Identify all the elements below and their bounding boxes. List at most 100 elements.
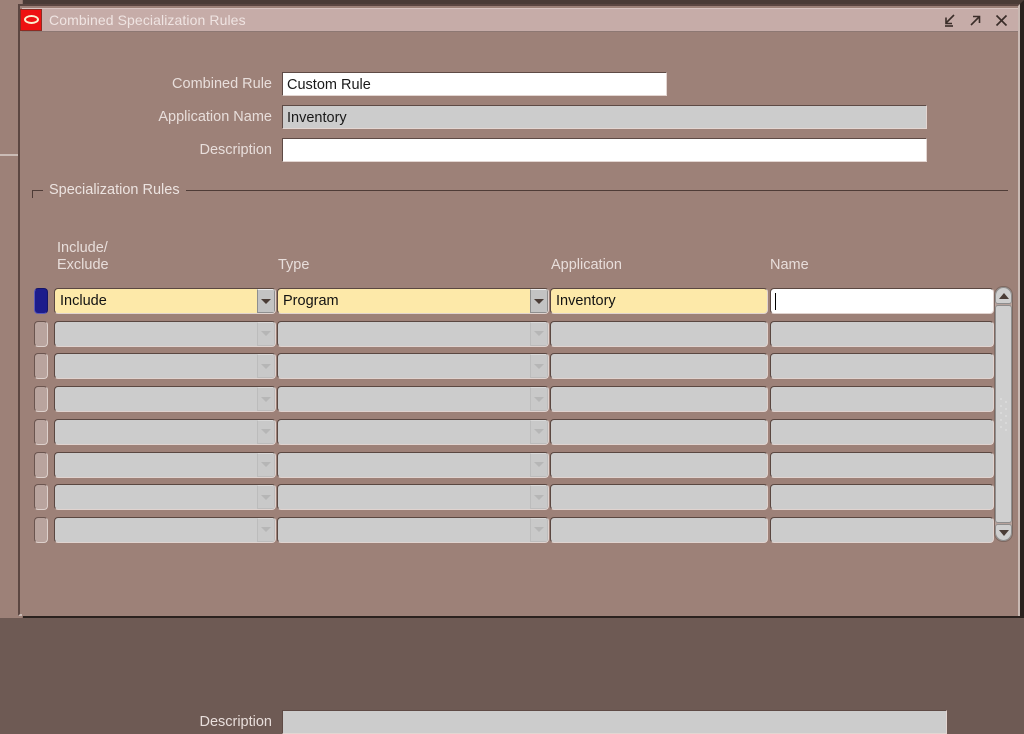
cell-application[interactable]: [550, 484, 768, 511]
cell-name[interactable]: [770, 418, 994, 445]
cell-include_exclude[interactable]: [54, 516, 276, 543]
chevron-down-icon[interactable]: [257, 419, 275, 444]
cell-include_exclude[interactable]: [54, 353, 276, 380]
window-titlebar[interactable]: Combined Specialization Rules: [20, 8, 1018, 32]
desktop-background: Combined Specialization Rules Combined R…: [0, 0, 1024, 734]
combined-specialization-rules-window: Combined Specialization Rules Combined R…: [18, 4, 1020, 734]
record-indicator[interactable]: [34, 320, 48, 347]
column-header-type: Type: [278, 257, 310, 273]
column-header-line1: Include/: [57, 240, 108, 256]
chevron-down-icon[interactable]: [257, 354, 275, 379]
record-indicator[interactable]: [34, 484, 48, 511]
application-name-input: Inventory: [282, 105, 927, 129]
cell-type[interactable]: Program: [277, 288, 549, 314]
table-row[interactable]: [32, 516, 994, 548]
group-border-left: [32, 190, 33, 198]
window-title: Combined Specialization Rules: [49, 12, 246, 28]
scrollbar-thumb[interactable]: [995, 305, 1012, 523]
cell-value: Program: [283, 293, 339, 309]
record-indicator[interactable]: [34, 386, 48, 413]
minimize-arrow-icon[interactable]: [941, 12, 958, 29]
chevron-down-icon[interactable]: [530, 289, 548, 313]
cell-application[interactable]: [550, 418, 768, 445]
field-row-description: Description: [22, 138, 942, 162]
cell-application[interactable]: [550, 353, 768, 380]
cell-application[interactable]: [550, 451, 768, 478]
chevron-down-icon[interactable]: [530, 419, 548, 444]
footer-description-row: Description: [32, 710, 947, 734]
table-row[interactable]: [32, 320, 994, 352]
table-row[interactable]: [32, 352, 994, 384]
description-label: Description: [199, 142, 272, 158]
record-indicator[interactable]: [34, 353, 48, 380]
table-row[interactable]: Include Program Inventory: [32, 287, 994, 319]
cell-application[interactable]: [550, 386, 768, 413]
record-indicator[interactable]: [34, 418, 48, 445]
cell-value: Include: [60, 293, 107, 309]
cell-name[interactable]: [770, 451, 994, 478]
field-row-combined-rule: Combined Rule Custom Rule: [22, 72, 942, 96]
record-indicator[interactable]: [34, 516, 48, 543]
column-header-name: Name: [770, 257, 809, 273]
chevron-down-icon[interactable]: [530, 354, 548, 379]
maximize-arrow-icon[interactable]: [967, 12, 984, 29]
cell-application[interactable]: [550, 516, 768, 543]
cell-type[interactable]: [277, 386, 549, 413]
close-x-icon[interactable]: [993, 12, 1010, 29]
form-canvas: Combined Rule Custom Rule Application Na…: [22, 32, 1018, 734]
scrollbar-grip-icon: [999, 397, 1008, 431]
cell-application[interactable]: Inventory: [550, 288, 768, 314]
field-row-application-name: Application Name Inventory: [22, 105, 942, 129]
cell-name[interactable]: [770, 516, 994, 543]
cell-include_exclude[interactable]: [54, 386, 276, 413]
specialization-rules-group: Specialization Rules Include/ Exclude Ty…: [32, 182, 1013, 734]
footer-description-input: [282, 710, 947, 734]
scroll-down-arrow-icon[interactable]: [995, 524, 1012, 541]
cell-type[interactable]: [277, 320, 549, 347]
cell-include_exclude[interactable]: [54, 451, 276, 478]
chevron-down-icon[interactable]: [530, 387, 548, 412]
cell-type[interactable]: [277, 418, 549, 445]
chevron-down-icon[interactable]: [530, 452, 548, 477]
chevron-down-icon[interactable]: [257, 321, 275, 346]
grid-vertical-scrollbar[interactable]: [994, 286, 1013, 542]
cell-include_exclude[interactable]: [54, 484, 276, 511]
cell-type[interactable]: [277, 353, 549, 380]
description-input[interactable]: [282, 138, 927, 162]
cell-include_exclude[interactable]: [54, 418, 276, 445]
footer-description-label: Description: [199, 714, 272, 730]
window-controls: [941, 12, 1018, 29]
record-indicator-current[interactable]: [34, 288, 48, 314]
cell-name[interactable]: [770, 484, 994, 511]
table-row[interactable]: [32, 451, 994, 483]
chevron-down-icon[interactable]: [257, 485, 275, 510]
combined-rule-input[interactable]: Custom Rule: [282, 72, 667, 96]
cell-type[interactable]: [277, 516, 549, 543]
oracle-logo-icon: [20, 8, 42, 31]
chevron-down-icon[interactable]: [257, 387, 275, 412]
cell-type[interactable]: [277, 451, 549, 478]
application-name-label: Application Name: [158, 109, 272, 125]
scroll-up-arrow-icon[interactable]: [995, 287, 1012, 304]
chevron-down-icon[interactable]: [257, 517, 275, 542]
table-row[interactable]: [32, 385, 994, 417]
chevron-down-icon[interactable]: [257, 289, 275, 313]
cell-application[interactable]: [550, 320, 768, 347]
chevron-down-icon[interactable]: [257, 452, 275, 477]
cell-name[interactable]: [770, 288, 994, 314]
cell-name[interactable]: [770, 320, 994, 347]
table-row[interactable]: [32, 483, 994, 515]
cell-value: Inventory: [556, 293, 616, 309]
record-indicator[interactable]: [34, 451, 48, 478]
cell-include_exclude[interactable]: [54, 320, 276, 347]
cell-name[interactable]: [770, 386, 994, 413]
chevron-down-icon[interactable]: [530, 517, 548, 542]
cell-include_exclude[interactable]: Include: [54, 288, 276, 314]
column-header-line2: Exclude: [57, 257, 109, 273]
cell-name[interactable]: [770, 353, 994, 380]
table-row[interactable]: [32, 418, 994, 450]
cell-type[interactable]: [277, 484, 549, 511]
column-header-application: Application: [551, 257, 622, 273]
chevron-down-icon[interactable]: [530, 485, 548, 510]
chevron-down-icon[interactable]: [530, 321, 548, 346]
